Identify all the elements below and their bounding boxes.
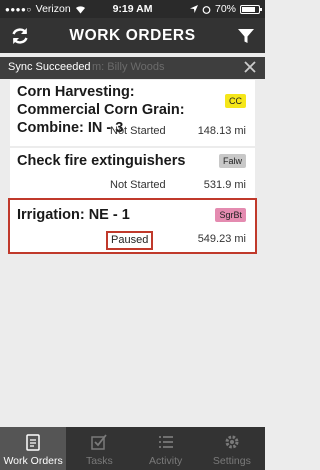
battery-percent: 70% xyxy=(214,3,236,15)
toast-ghost-text: m: Billy Woods xyxy=(92,61,165,73)
close-icon[interactable] xyxy=(243,60,257,74)
work-order-distance: 549.23 mi xyxy=(197,233,246,245)
tab-label: Settings xyxy=(212,455,251,467)
work-order-distance: 531.9 mi xyxy=(203,179,246,191)
work-order-card[interactable]: Corn Harvesting: Commercial Corn Grain: … xyxy=(10,80,255,146)
tab-label: Tasks xyxy=(85,455,113,467)
tab-activity[interactable]: Activity xyxy=(133,427,199,470)
work-order-title: Irrigation: NE - 1 xyxy=(17,207,130,223)
app-header: WORK ORDERS xyxy=(0,18,265,53)
work-order-status: Paused xyxy=(106,231,154,250)
tab-settings[interactable]: Settings xyxy=(199,427,265,470)
tab-tasks[interactable]: Tasks xyxy=(66,427,132,470)
filter-icon[interactable] xyxy=(236,26,256,46)
location-icon xyxy=(189,5,198,13)
clipboard-icon xyxy=(26,434,40,451)
work-order-status: Not Started xyxy=(110,125,166,137)
sync-toast: Sync Succeeded m: Billy Woods xyxy=(0,57,265,79)
work-order-badge: CC xyxy=(225,94,246,108)
work-order-distance: 148.13 mi xyxy=(197,125,246,137)
tab-label: Activity xyxy=(148,455,183,467)
list-icon xyxy=(158,436,173,448)
work-order-card-highlighted[interactable]: Irrigation: NE - 1 SgrBt Paused 549.23 m… xyxy=(8,198,257,254)
work-order-badge: SgrBt xyxy=(215,208,246,222)
tab-label: Work Orders xyxy=(3,455,63,467)
tab-bar: Work Orders Tasks Activity Settings xyxy=(0,427,265,470)
tab-work-orders[interactable]: Work Orders xyxy=(0,427,67,470)
work-order-card[interactable]: Check fire extinguishers Falw Not Starte… xyxy=(10,148,255,198)
work-order-status: Not Started xyxy=(110,179,166,191)
gear-icon xyxy=(225,435,239,449)
status-bar: ●●●●○ Verizon 9:19 AM 70% xyxy=(0,0,265,18)
checkbox-icon xyxy=(91,434,108,450)
alarm-icon xyxy=(202,5,211,14)
work-order-badge: Falw xyxy=(218,154,246,168)
work-order-title: Check fire extinguishers xyxy=(17,153,186,169)
page-title: WORK ORDERS xyxy=(69,27,196,44)
battery-icon xyxy=(240,5,262,14)
toast-message: Sync Succeeded xyxy=(8,61,91,73)
